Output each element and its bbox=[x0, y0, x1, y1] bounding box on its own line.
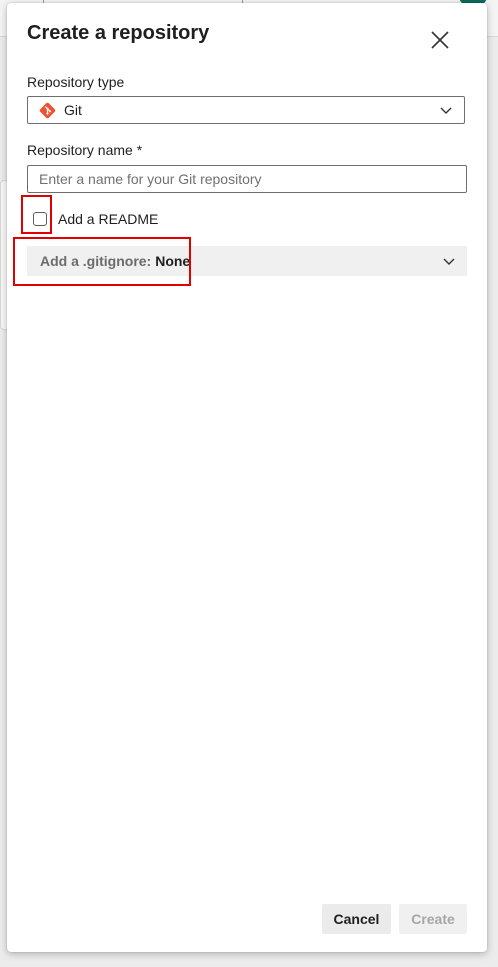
chevron-down-icon bbox=[440, 105, 452, 115]
close-button[interactable] bbox=[425, 25, 455, 55]
repository-type-value: Git bbox=[64, 102, 82, 118]
gitignore-value: None bbox=[155, 253, 191, 269]
repository-name-input[interactable] bbox=[27, 165, 467, 193]
gitignore-label: Add a .gitignore: bbox=[40, 253, 152, 269]
chevron-down-icon bbox=[443, 256, 455, 266]
close-icon bbox=[431, 31, 449, 49]
repository-name-label: Repository name * bbox=[27, 142, 143, 158]
cancel-button[interactable]: Cancel bbox=[322, 904, 391, 934]
add-readme-checkbox[interactable] bbox=[33, 212, 47, 226]
add-readme-label: Add a README bbox=[58, 211, 159, 227]
create-repository-dialog: Create a repository Repository type Git bbox=[7, 3, 487, 952]
repository-type-label: Repository type bbox=[27, 74, 125, 90]
gitignore-dropdown[interactable]: Add a .gitignore: None bbox=[27, 246, 467, 276]
repository-type-select[interactable]: Git bbox=[27, 96, 465, 124]
git-icon bbox=[39, 102, 56, 119]
create-button[interactable]: Create bbox=[399, 904, 467, 934]
dialog-title: Create a repository bbox=[27, 22, 210, 44]
